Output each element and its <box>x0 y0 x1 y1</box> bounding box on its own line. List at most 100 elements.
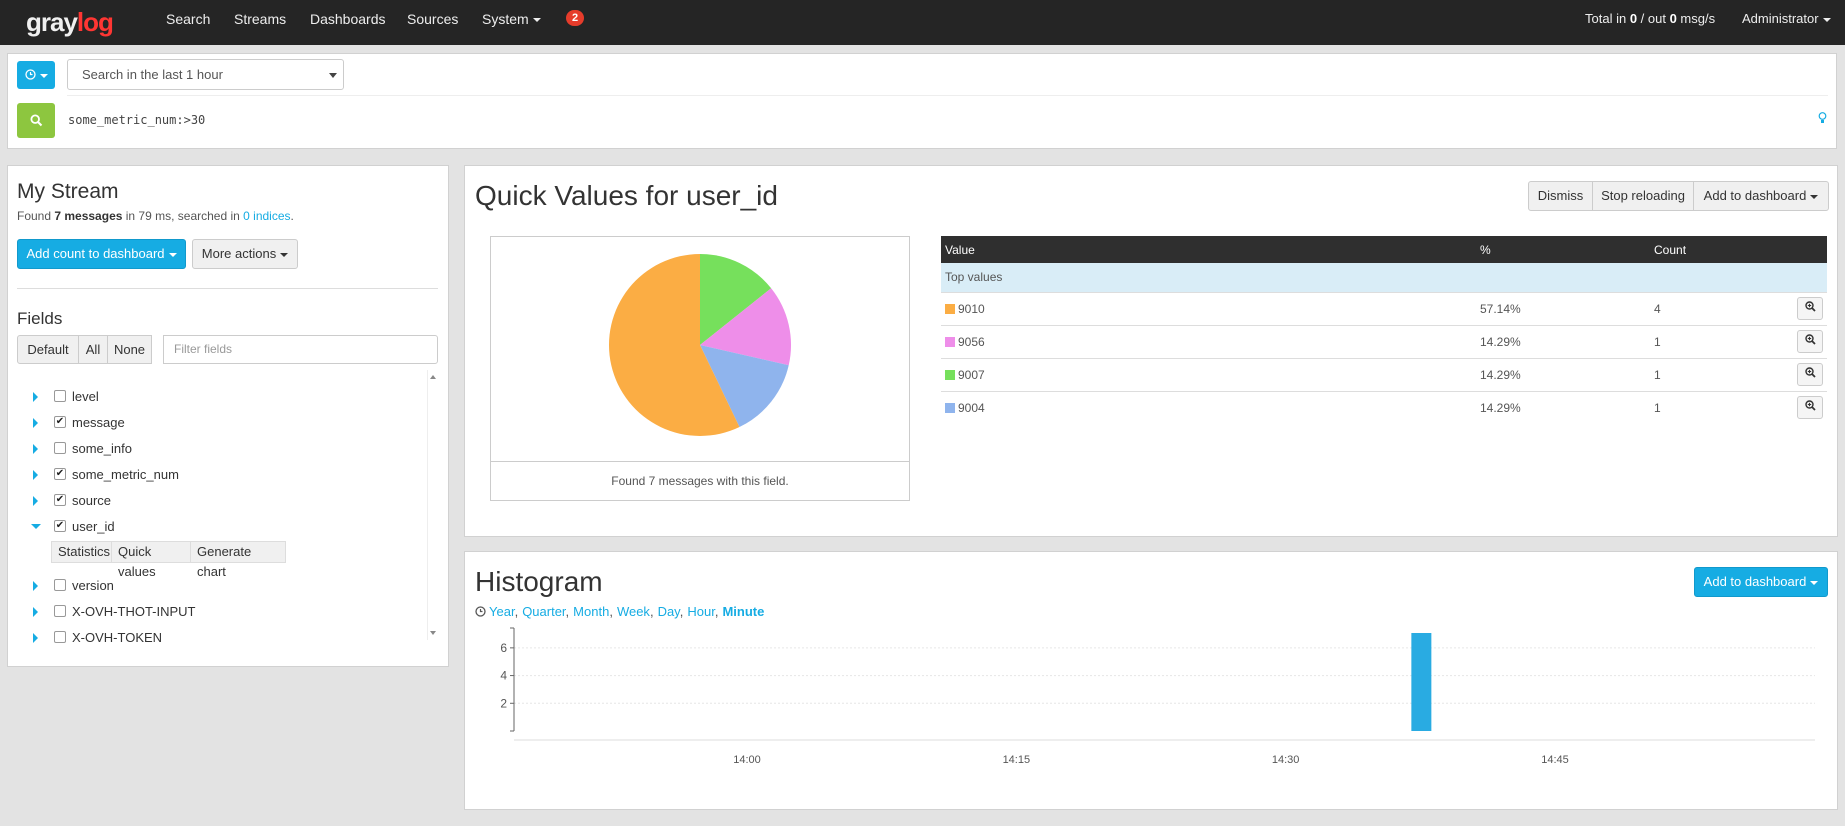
lightbulb-icon[interactable] <box>1818 112 1827 124</box>
fields-none-button[interactable]: None <box>107 335 152 364</box>
notification-badge[interactable]: 2 <box>566 10 585 26</box>
field-name: message <box>72 415 125 430</box>
user-name: Administrator <box>1742 11 1819 26</box>
nav-system[interactable]: System <box>482 11 541 27</box>
field-list-scrollbar[interactable] <box>427 370 438 640</box>
nav-system-label: System <box>482 11 529 27</box>
search-submit-button[interactable] <box>17 103 55 138</box>
expand-icon[interactable] <box>33 392 38 402</box>
expand-icon[interactable] <box>33 607 38 617</box>
quick-values-table: Value % Count Top values 9010 57.14% 4 9… <box>941 236 1827 424</box>
time-range-type-button[interactable] <box>17 61 55 89</box>
pie-chart-footer: Found 7 messages with this field. <box>491 461 909 500</box>
resolution-week[interactable]: Week <box>617 604 650 619</box>
summary-prefix: Found <box>17 209 55 223</box>
field-checkbox[interactable] <box>54 442 66 454</box>
stream-sidebar: My Stream Found 7 messages in 79 ms, sea… <box>7 165 449 667</box>
zoom-in-icon <box>1804 400 1816 411</box>
resolution-day[interactable]: Day <box>658 604 680 619</box>
logo-text-log: log <box>76 7 114 37</box>
zoom-in-button[interactable] <box>1797 297 1823 320</box>
resolution-month[interactable]: Month <box>573 604 609 619</box>
search-query-input[interactable]: some_metric_num:>30 <box>68 113 205 127</box>
x-tick-label: 14:30 <box>1272 754 1300 766</box>
collapse-icon[interactable] <box>31 524 41 529</box>
field-sub-actions: Statistics Quick values Generate chart <box>51 541 291 579</box>
time-range-select[interactable]: Search in the last 1 hour <box>67 59 344 90</box>
caret-down-icon <box>280 252 289 257</box>
caret-down-icon <box>1810 580 1819 585</box>
resolution-year[interactable]: Year <box>489 604 515 619</box>
graylog-logo[interactable]: graylog <box>26 7 114 38</box>
quick-values-button[interactable]: Quick values <box>111 541 191 579</box>
fields-all-button[interactable]: All <box>78 335 108 364</box>
field-checkbox[interactable]: ✔ <box>54 494 66 506</box>
nav-sources[interactable]: Sources <box>407 11 458 27</box>
resolution-minute[interactable]: Minute <box>722 604 764 619</box>
histogram-bar[interactable] <box>1411 633 1432 731</box>
value-text: 9010 <box>958 301 985 316</box>
x-tick-label: 14:00 <box>733 754 761 766</box>
fields-default-button[interactable]: Default <box>17 335 79 364</box>
field-checkbox[interactable]: ✔ <box>54 520 66 532</box>
count-cell: 1 <box>1650 324 1790 358</box>
count-cell: 4 <box>1650 291 1790 325</box>
logo-text-gray: gray <box>26 7 78 37</box>
scroll-down-icon[interactable] <box>430 631 436 635</box>
histogram-add-to-dashboard-button[interactable]: Add to dashboard <box>1694 567 1828 597</box>
table-row: 9007 14.29% 1 <box>941 357 1827 391</box>
throughput-suffix: msg/s <box>1676 11 1716 26</box>
more-actions-button[interactable]: More actions <box>192 239 298 269</box>
field-checkbox[interactable]: ✔ <box>54 416 66 428</box>
expand-icon[interactable] <box>33 418 38 428</box>
field-checkbox[interactable] <box>54 579 66 591</box>
user-menu[interactable]: Administrator <box>1742 11 1831 26</box>
zoom-in-icon <box>1804 301 1816 312</box>
expand-icon[interactable] <box>33 633 38 643</box>
nav-streams[interactable]: Streams <box>234 11 286 27</box>
statistics-button[interactable]: Statistics <box>51 541 112 563</box>
resolution-hour[interactable]: Hour <box>687 604 714 619</box>
percent-cell: 57.14% <box>1476 291 1650 325</box>
field-checkbox[interactable] <box>54 390 66 402</box>
count-cell: 1 <box>1650 357 1790 391</box>
field-checkbox[interactable] <box>54 605 66 617</box>
x-tick-label: 14:15 <box>1003 754 1031 766</box>
indices-link[interactable]: 0 indices <box>243 209 290 223</box>
scroll-up-icon[interactable] <box>430 375 436 379</box>
field-name: level <box>72 389 99 404</box>
filter-fields-input[interactable]: Filter fields <box>163 335 438 364</box>
nav-dashboards[interactable]: Dashboards <box>310 11 386 27</box>
more-actions-label: More actions <box>201 246 277 261</box>
top-values-label: Top values <box>941 263 1827 292</box>
expand-icon[interactable] <box>33 496 38 506</box>
generate-chart-button[interactable]: Generate chart <box>190 541 286 579</box>
resolution-selector: Year, Quarter, Month, Week, Day, Hour, Minute <box>475 604 764 619</box>
field-checkbox[interactable]: ✔ <box>54 468 66 480</box>
field-name: version <box>72 578 114 593</box>
qv-add-to-dashboard-button[interactable]: Add to dashboard <box>1693 181 1829 211</box>
expand-icon[interactable] <box>33 444 38 454</box>
add-count-to-dashboard-button[interactable]: Add count to dashboard <box>17 239 186 269</box>
expand-icon[interactable] <box>33 581 38 591</box>
pie-chart <box>609 254 791 436</box>
message-count: 7 messages <box>54 209 123 223</box>
zoom-in-button[interactable] <box>1797 363 1823 386</box>
value-text: 9056 <box>958 334 985 349</box>
field-checkbox[interactable] <box>54 631 66 643</box>
value-text: 9007 <box>958 367 985 382</box>
field-list: level ✔ message some_info ✔ some_metric_nu… <box>17 370 438 645</box>
dismiss-button[interactable]: Dismiss <box>1528 181 1593 211</box>
resolution-quarter[interactable]: Quarter <box>522 604 565 619</box>
zoom-in-button[interactable] <box>1797 396 1823 420</box>
expand-icon[interactable] <box>33 470 38 480</box>
throughput-prefix: Total in <box>1585 11 1630 26</box>
zoom-in-button[interactable] <box>1797 330 1823 353</box>
col-count: Count <box>1650 236 1790 263</box>
stop-reloading-button[interactable]: Stop reloading <box>1592 181 1694 211</box>
top-navbar: graylog Search Streams Dashboards Source… <box>0 0 1845 45</box>
search-icon <box>29 114 42 127</box>
col-value: Value <box>941 236 1476 263</box>
value-text: 9004 <box>958 400 985 415</box>
nav-search[interactable]: Search <box>166 11 210 27</box>
